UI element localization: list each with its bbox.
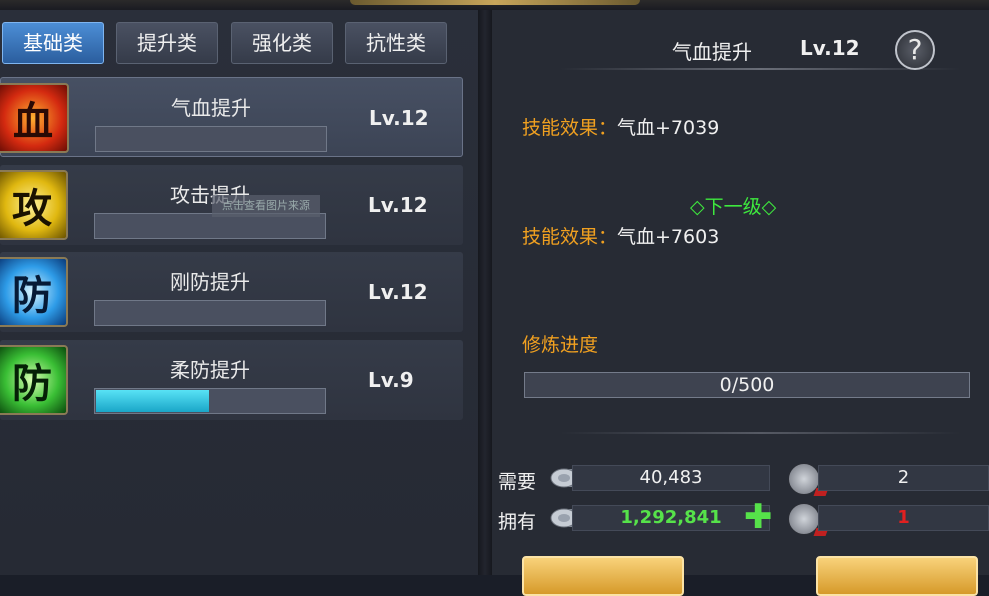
- frame-ornament: [350, 0, 640, 5]
- current-effect: 技能效果：气血+7039: [522, 113, 719, 140]
- attack-skill-icon: 攻: [0, 170, 68, 240]
- cultivation-progress-label: 修炼进度: [522, 334, 599, 356]
- skill-row-hp[interactable]: 血 气血提升 Lv.12: [0, 77, 463, 157]
- blood-skill-icon: 血: [0, 83, 69, 153]
- effect-label: 技能效果：: [522, 117, 618, 139]
- have-label: 拥有: [498, 511, 537, 533]
- skill-progress-bar: [94, 300, 326, 326]
- cultivation-token-icon: [788, 463, 829, 496]
- have-token-value: 1: [818, 505, 989, 531]
- image-source-watermark: 点击查看图片来源: [212, 195, 320, 217]
- skill-progress-fill: [96, 390, 209, 412]
- next-effect: 技能效果：气血+7603: [522, 222, 719, 249]
- effect-value: 气血+7603: [617, 226, 720, 248]
- tab-upgrade[interactable]: 提升类: [116, 22, 218, 64]
- skill-name: 柔防提升: [170, 358, 250, 382]
- effect-label: 技能效果：: [522, 226, 618, 248]
- need-token-value: 2: [818, 465, 989, 491]
- skill-progress-bar: [95, 126, 327, 152]
- skill-level: Lv.12: [369, 106, 429, 130]
- tab-resistance[interactable]: 抗性类: [345, 22, 447, 64]
- add-silver-icon[interactable]: ✚: [744, 500, 773, 534]
- skill-name: 刚防提升: [170, 270, 250, 294]
- category-tabs: 基础类 提升类 强化类 抗性类: [0, 22, 478, 66]
- effect-value: 气血+7039: [617, 117, 720, 139]
- skill-list-panel: 基础类 提升类 强化类 抗性类 血 气血提升 Lv.12 攻 攻击提升 Lv.1…: [0, 10, 478, 575]
- skill-row-physical-defense[interactable]: 防 刚防提升 Lv.12: [0, 252, 463, 332]
- need-label: 需要: [498, 471, 537, 493]
- title-divider: [560, 68, 960, 70]
- top-frame: [0, 0, 989, 10]
- skill-row-magic-defense[interactable]: 防 柔防提升 Lv.9: [0, 340, 463, 420]
- skill-level: Lv.12: [368, 193, 428, 217]
- skill-level: Lv.12: [368, 280, 428, 304]
- tab-basic[interactable]: 基础类: [2, 22, 104, 64]
- detail-skill-name: 气血提升: [672, 40, 752, 64]
- skill-level: Lv.9: [368, 368, 414, 392]
- tab-enhance[interactable]: 强化类: [231, 22, 333, 64]
- cultivate-once-button[interactable]: [816, 556, 978, 596]
- next-level-heading: ◇下一级◇: [690, 196, 777, 218]
- magic-defense-skill-icon: 防: [0, 345, 68, 415]
- resource-divider: [560, 432, 960, 434]
- skill-name: 气血提升: [171, 96, 251, 120]
- cultivate-ten-button[interactable]: [522, 556, 684, 596]
- panel-divider: [478, 10, 492, 575]
- detail-skill-level: Lv.12: [800, 36, 860, 60]
- cultivation-progress-bar: 0/500: [524, 372, 970, 398]
- help-icon[interactable]: ?: [895, 30, 935, 70]
- cultivation-token-icon: [788, 503, 829, 536]
- skill-progress-bar: [94, 388, 326, 414]
- have-silver-value: 1,292,841: [572, 505, 770, 531]
- need-silver-value: 40,483: [572, 465, 770, 491]
- physical-defense-skill-icon: 防: [0, 257, 68, 327]
